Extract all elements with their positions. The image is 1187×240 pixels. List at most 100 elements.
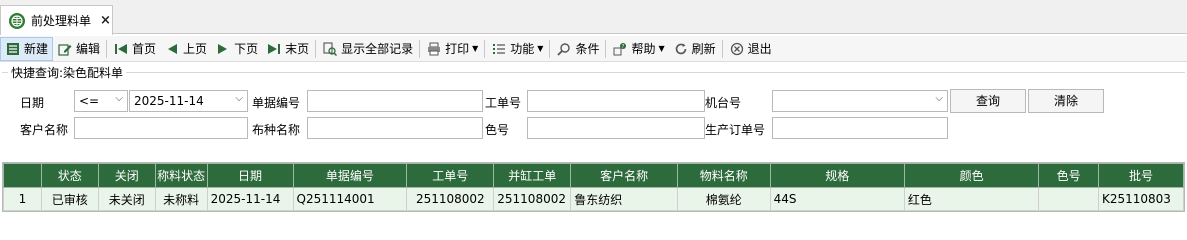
next-page-label: 下页 bbox=[234, 42, 259, 56]
help-menu-label: 帮助 bbox=[631, 42, 656, 56]
chevron-down-icon: ▼ bbox=[537, 44, 544, 53]
column-header[interactable]: 单据编号 bbox=[292, 163, 408, 188]
column-header[interactable]: 批号 bbox=[1097, 163, 1184, 188]
machine-no-select[interactable]: ⌵ bbox=[772, 90, 948, 112]
doc-no-label: 单据编号 bbox=[252, 96, 301, 110]
table-row[interactable]: 1 已审核 未关闭 未称料 2025-11-14 Q251114001 2511… bbox=[3, 187, 1184, 211]
column-header[interactable]: 日期 bbox=[206, 163, 294, 188]
first-page-label: 首页 bbox=[132, 42, 157, 56]
column-header[interactable]: 关闭 bbox=[97, 163, 156, 188]
data-table: 状态 关闭 称料状态 日期 单据编号 工单号 并缸工单 客户名称 物料名称 规格… bbox=[3, 163, 1184, 211]
toolbar-divider bbox=[484, 39, 486, 58]
first-page-button[interactable]: 首页 bbox=[109, 37, 160, 61]
toolbar-divider bbox=[721, 39, 723, 58]
color-no-input[interactable] bbox=[527, 117, 705, 139]
refresh-button-label: 刷新 bbox=[691, 42, 716, 56]
cell-spec: 44S bbox=[769, 187, 905, 211]
date-picker[interactable]: 2025-11-14 ⌵ bbox=[129, 90, 248, 112]
date-operator-value: <= bbox=[79, 94, 100, 108]
show-all-records-label: 显示全部记录 bbox=[341, 42, 414, 56]
edit-icon bbox=[57, 41, 73, 57]
chevron-down-icon: ▼ bbox=[658, 44, 665, 53]
tab-pretreatment-list[interactable]: 前处理料单 × bbox=[0, 5, 113, 35]
column-header[interactable]: 规格 bbox=[769, 163, 905, 188]
prod-order-input[interactable] bbox=[772, 117, 948, 139]
date-label: 日期 bbox=[20, 96, 45, 110]
query-frame bbox=[2, 72, 1185, 154]
data-grid: 状态 关闭 称料状态 日期 单据编号 工单号 并缸工单 客户名称 物料名称 规格… bbox=[2, 162, 1185, 212]
new-button-label: 新建 bbox=[24, 42, 49, 56]
help-menu-button[interactable]: ? 帮助 ▼ bbox=[608, 37, 668, 61]
print-button-label: 打印 bbox=[445, 42, 470, 56]
column-header[interactable]: 颜色 bbox=[903, 163, 1040, 188]
tab-label: 前处理料单 bbox=[31, 14, 92, 28]
column-header[interactable]: 工单号 bbox=[406, 163, 495, 188]
search-icon bbox=[556, 41, 572, 57]
clear-button[interactable]: 清除 bbox=[1028, 89, 1104, 113]
date-value: 2025-11-14 bbox=[134, 94, 204, 108]
customer-input[interactable] bbox=[74, 117, 248, 139]
close-icon[interactable]: × bbox=[100, 13, 111, 28]
cell-weigh-status: 未称料 bbox=[154, 187, 208, 211]
chevron-down-icon: ⌵ bbox=[115, 93, 123, 104]
customer-label: 客户名称 bbox=[20, 123, 69, 137]
show-all-records-button[interactable]: 显示全部记录 bbox=[318, 37, 417, 61]
cell-closed: 未关闭 bbox=[97, 187, 156, 211]
prev-page-button[interactable]: 上页 bbox=[160, 37, 211, 61]
toolbar-divider bbox=[419, 39, 421, 58]
work-no-input[interactable] bbox=[527, 90, 705, 112]
cell-doc-no: Q251114001 bbox=[292, 187, 408, 211]
last-page-icon bbox=[266, 41, 282, 57]
last-page-button[interactable]: 末页 bbox=[262, 37, 313, 61]
first-page-icon bbox=[113, 41, 129, 57]
new-button[interactable]: 新建 bbox=[0, 36, 54, 61]
fabric-label: 布种名称 bbox=[252, 123, 301, 137]
work-no-label: 工单号 bbox=[485, 96, 522, 110]
query-title: 快捷查询:染色配料单 bbox=[8, 64, 127, 81]
quick-query-panel: 快捷查询:染色配料单 日期 <= ⌵ 2025-11-14 ⌵ 单据编号 工单号… bbox=[2, 64, 1185, 156]
toolbar-divider bbox=[315, 39, 317, 58]
column-header[interactable]: 物料名称 bbox=[676, 163, 771, 188]
edit-button[interactable]: 编辑 bbox=[53, 37, 104, 61]
row-number: 1 bbox=[3, 187, 42, 211]
fabric-input[interactable] bbox=[307, 117, 483, 139]
cell-color: 红色 bbox=[903, 187, 1040, 211]
new-icon bbox=[5, 41, 21, 57]
search-button[interactable]: 查询 bbox=[950, 89, 1026, 113]
help-icon: ? bbox=[612, 41, 628, 57]
print-button[interactable]: 打印 ▼ bbox=[422, 37, 482, 61]
exit-button[interactable]: 退出 bbox=[725, 37, 776, 61]
condition-button[interactable]: 条件 bbox=[552, 37, 603, 61]
prod-order-label: 生产订单号 bbox=[705, 123, 766, 137]
condition-button-label: 条件 bbox=[575, 42, 600, 56]
svg-text:?: ? bbox=[622, 44, 625, 50]
column-header[interactable]: 称料状态 bbox=[154, 163, 208, 188]
cell-work-no: 251108002 bbox=[406, 187, 495, 211]
column-header[interactable]: 并缸工单 bbox=[493, 163, 572, 188]
column-header[interactable] bbox=[3, 163, 42, 188]
refresh-button[interactable]: 刷新 bbox=[669, 37, 720, 61]
date-operator-select[interactable]: <= ⌵ bbox=[74, 90, 128, 112]
list-icon bbox=[491, 41, 507, 57]
doc-no-input[interactable] bbox=[307, 90, 483, 112]
chevron-down-icon: ▼ bbox=[472, 44, 479, 53]
cell-merge-work-no: 251108002 bbox=[493, 187, 572, 211]
next-page-icon bbox=[215, 41, 231, 57]
column-header[interactable]: 客户名称 bbox=[570, 163, 678, 188]
column-header[interactable]: 状态 bbox=[40, 163, 99, 188]
exit-icon bbox=[729, 41, 745, 57]
table-header-row: 状态 关闭 称料状态 日期 单据编号 工单号 并缸工单 客户名称 物料名称 规格… bbox=[3, 163, 1184, 188]
function-menu-button[interactable]: 功能 ▼ bbox=[487, 37, 547, 61]
cell-batch-no: K25110803 bbox=[1097, 187, 1184, 211]
toolbar: 新建 编辑 首页 上页 下页 末页 显示全部记录 打印 ▼ 功能 ▼ 条件 ? … bbox=[0, 36, 1187, 62]
toolbar-divider bbox=[106, 39, 108, 58]
cell-color-no bbox=[1038, 187, 1099, 211]
color-no-label: 色号 bbox=[485, 123, 510, 137]
globe-icon bbox=[9, 12, 25, 29]
next-page-button[interactable]: 下页 bbox=[211, 37, 262, 61]
toolbar-divider bbox=[605, 39, 607, 58]
column-header[interactable]: 色号 bbox=[1038, 163, 1099, 188]
toolbar-divider bbox=[549, 39, 551, 58]
search-all-icon bbox=[322, 41, 338, 57]
prev-page-label: 上页 bbox=[183, 42, 208, 56]
